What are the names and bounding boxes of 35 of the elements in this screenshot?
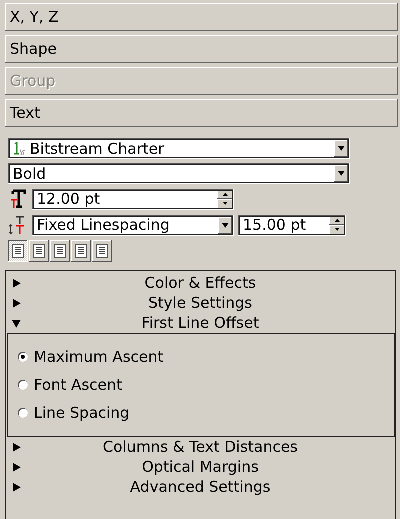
font-type-icon: [12, 142, 26, 156]
up-arrow-icon: [334, 218, 340, 222]
group-header[interactable]: First Line Offset: [6, 313, 395, 333]
down-arrow-icon: [222, 202, 228, 206]
spin-buttons[interactable]: [217, 190, 233, 208]
spin-buttons[interactable]: [329, 216, 345, 234]
group-header[interactable]: Advanced Settings: [6, 477, 395, 497]
section-button[interactable]: Shape: [5, 35, 398, 63]
group-header[interactable]: Style Settings: [6, 293, 395, 313]
radio-button[interactable]: [18, 352, 28, 362]
font-style-dropdown[interactable]: Bold: [8, 163, 350, 184]
radio-label: Line Spacing: [34, 404, 130, 422]
up-arrow-icon: [222, 192, 228, 196]
font-family-dropdown[interactable]: Bitstream Charter: [8, 138, 350, 159]
section-button[interactable]: X, Y, Z: [5, 3, 398, 31]
radio-button[interactable]: [18, 408, 28, 418]
radio-label: Maximum Ascent: [34, 348, 164, 366]
radio-option[interactable]: Maximum Ascent: [18, 348, 394, 366]
caret-icon: [338, 171, 344, 176]
radio-button[interactable]: [18, 380, 28, 390]
caret-icon: [338, 146, 344, 151]
radio-label: Font Ascent: [34, 376, 122, 394]
group-header[interactable]: Columns & Text Distances: [6, 437, 395, 457]
line-spacing-dropdown[interactable]: Fixed Linespacing: [32, 214, 234, 236]
font-size-field[interactable]: 12.00 pt: [32, 188, 234, 210]
line-spacing-field[interactable]: 15.00 pt: [238, 214, 346, 236]
section-button[interactable]: Text: [5, 99, 398, 127]
font-size-icon: [8, 188, 28, 210]
radio-option[interactable]: Line Spacing: [18, 404, 394, 422]
caret-icon: [222, 222, 228, 228]
down-arrow-icon: [334, 228, 340, 232]
align-button[interactable]: [8, 240, 28, 262]
radio-option[interactable]: Font Ascent: [18, 376, 394, 394]
group-header[interactable]: Optical Margins: [6, 457, 395, 477]
group-header[interactable]: Color & Effects: [6, 273, 395, 293]
